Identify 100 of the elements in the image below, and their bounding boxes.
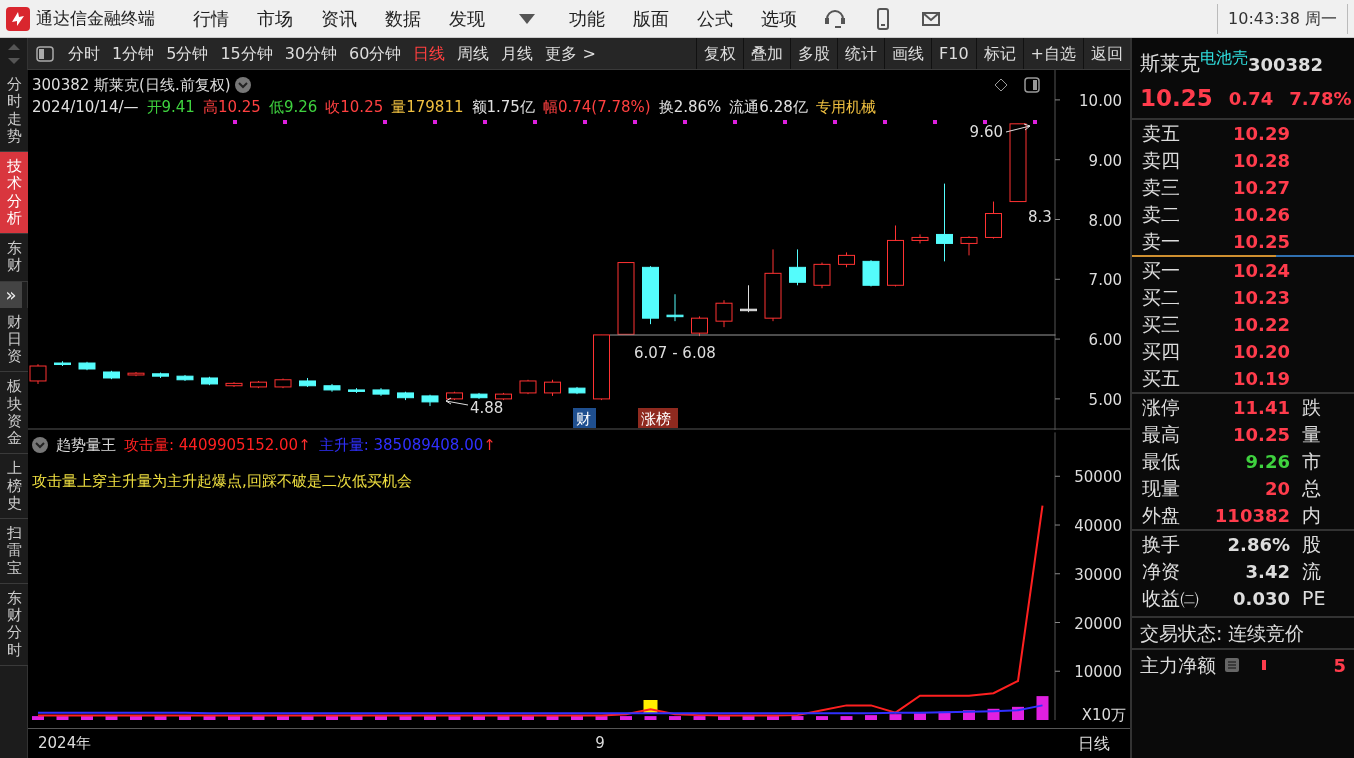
quote-value: 20 [1263,477,1290,501]
quote-item: 低9.26 [268,97,318,118]
trade-status: 交易状态: 连续竞价 [1139,621,1306,646]
period-tab[interactable]: 30分钟 [278,41,344,66]
price-change: 0.74 [1228,86,1274,111]
menu-item[interactable]: 公式 [683,5,747,32]
price-label: 8.3 [1028,208,1052,226]
indicator-note: 攻击量上穿主升量为主升起爆点,回踩不破是二次低买机会 [32,471,412,492]
price-label: 4.88 [470,399,504,417]
menu-item[interactable]: 数据 [371,5,435,32]
quote-value: 10.26 [1232,203,1290,227]
side-tab[interactable]: 上榜史 [0,454,28,519]
period-tab[interactable]: 日线 [407,41,452,66]
price-change: 7.78% [1289,86,1352,111]
indicator-value: : 4409905152.00 [169,435,299,456]
period-tab[interactable]: 月线 [495,41,540,66]
axis-label: 5.00 [1088,390,1122,409]
collapse-button[interactable]: » [0,281,22,308]
menu-item[interactable]: 行情 [179,5,243,32]
side-tab[interactable]: 技术分析 [0,152,28,234]
stock-code: 300382 [1248,54,1324,77]
quote-label: 买四 [1141,339,1181,365]
axis-label: 8.00 [1088,211,1122,230]
clock-text: 10:43:38 周一 [1217,3,1348,34]
quote-label: 卖一 [1141,229,1181,255]
period-tab[interactable]: 15分钟 [214,41,279,66]
quote-value: 3.42 [1244,560,1290,584]
quote-item: 额1.75亿 [471,97,535,118]
axis-label: 40000 [1074,517,1122,535]
axis-label: 50000 [1074,468,1122,487]
last-price: 10.25 [1140,83,1213,113]
quote-label: 卖五 [1141,121,1181,147]
quote-value: 10.25 [1232,230,1290,254]
axis-label: 10000 [1074,663,1122,682]
quote-label: 买二 [1141,285,1181,311]
quote-item: 开9.41 [146,97,195,118]
menu-item[interactable]: 功能 [555,5,619,32]
period-tab[interactable]: 5分钟 [160,41,215,66]
quote-label: 买五 [1141,366,1181,392]
period-tab[interactable]: 分时 [62,41,106,66]
menu-item[interactable]: 市场 [243,5,307,32]
axis-label: 9.00 [1088,151,1122,170]
axis-label: 2024年 [38,733,92,755]
unit-label: X10万 [1081,706,1126,724]
stock-name: 斯莱克 [1140,51,1200,77]
quote-label: 卖二 [1141,202,1181,228]
side-tab[interactable]: 板块资金 [0,372,28,455]
legend-label: 主升量 [318,435,364,456]
quote-label: 收益㈡ [1141,586,1200,612]
quote-value: 10.23 [1232,286,1290,310]
axis-label: 7.00 [1088,271,1122,290]
period-tab[interactable]: 60分钟 [343,41,408,66]
quote-label: 流 [1301,559,1321,585]
quote-value: 10.24 [1232,259,1290,283]
price-range-label: 6.07 - 6.08 [634,344,716,362]
period-tab[interactable]: 更多 > [539,41,602,66]
up-arrow: ↑ [298,435,311,456]
side-tab[interactable]: 分时走势 [0,70,28,152]
quote-value: 10.29 [1232,122,1290,146]
app-title: 通达信金融终端 [36,6,155,30]
menu-item[interactable]: 资讯 [307,5,371,32]
quote-label: 跌 [1301,395,1321,421]
quote-label: 买一 [1141,258,1181,284]
quote-value: 10.28 [1232,149,1290,173]
side-tab[interactable]: 财日资 [0,307,28,373]
axis-label: 30000 [1074,565,1122,584]
axis-label: 9 [595,733,605,755]
quote-label: 市 [1301,449,1321,475]
side-tab[interactable]: 东财 [0,234,28,282]
quote-label: 内 [1301,503,1321,529]
quote-item: 流通6.28亿 [729,97,808,118]
chart-title: 300382 斯莱克(日线.前复权) [32,75,231,96]
quote-value: 10.27 [1232,176,1290,200]
quote-value: 11.41 [1232,396,1290,420]
quote-value: 10.22 [1232,313,1290,337]
quote-label: 卖四 [1141,148,1181,174]
side-tab[interactable]: 扫雷宝 [0,519,28,584]
menu-item[interactable]: 发现 [435,5,499,32]
quote-label: 外盘 [1141,503,1181,529]
quote-label: 最高 [1141,422,1181,448]
quote-label: 现量 [1141,476,1181,502]
period-tab[interactable]: 周线 [451,41,496,66]
event-badge: 涨榜 [638,408,678,428]
quote-item: 换2.86% [658,97,722,118]
quote-label: 买三 [1141,312,1181,338]
quote-value: 110382 [1213,504,1290,528]
quote-label: 卖三 [1141,175,1181,201]
quote-label: 总 [1301,476,1321,502]
period-tab[interactable]: 1分钟 [106,41,161,66]
menu-item[interactable]: 选项 [747,5,811,32]
quote-value: 10.25 [1232,423,1290,447]
axis-label: 10.00 [1079,91,1122,110]
quote-item: 专用机械 [815,97,876,118]
axis-label: 20000 [1074,614,1122,633]
quote-label: 换手 [1141,532,1181,558]
quote-item: 高10.25 [202,97,261,118]
menu-item[interactable]: 版面 [619,5,683,32]
price-label: 9.60 [969,123,1003,141]
quote-label: 最低 [1141,449,1181,475]
side-tab[interactable]: 东财分时 [0,583,28,666]
